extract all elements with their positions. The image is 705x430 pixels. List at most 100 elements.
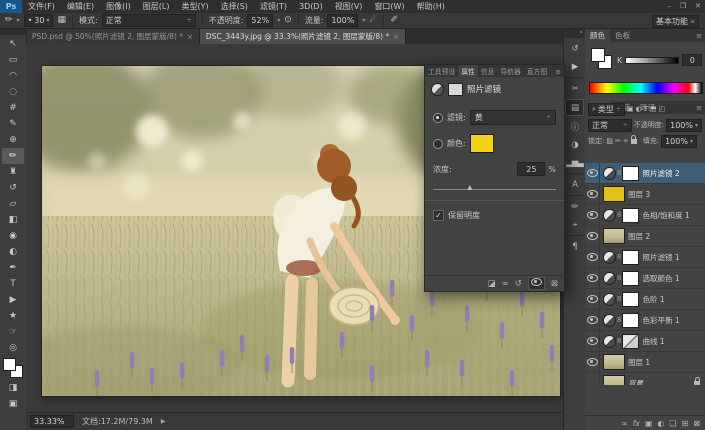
tab-tool-presets[interactable]: 工具预设 bbox=[425, 65, 458, 77]
layer-thumbnail[interactable] bbox=[603, 375, 625, 385]
info-panel-icon[interactable]: ⓘ bbox=[566, 119, 583, 134]
filter-type-layers-icon[interactable]: T bbox=[644, 105, 648, 113]
menu-select[interactable]: 选择(S) bbox=[215, 0, 254, 13]
new-adjustment-layer-icon[interactable]: ◐ bbox=[657, 419, 664, 428]
path-selection-tool-icon[interactable]: ▶ bbox=[2, 292, 24, 308]
layer-mask-thumbnail[interactable] bbox=[622, 250, 639, 265]
menu-edit[interactable]: 编辑(E) bbox=[61, 0, 100, 13]
clip-to-layer-icon[interactable]: ◪ bbox=[488, 279, 496, 289]
close-icon[interactable]: × bbox=[393, 33, 399, 41]
menu-window[interactable]: 窗口(W) bbox=[368, 0, 410, 13]
layer-row-curves-1[interactable]: 8 曲线 1 bbox=[585, 331, 705, 352]
pressure-opacity-icon[interactable]: ⊙ bbox=[284, 15, 292, 26]
screen-mode-icon[interactable]: ▣ bbox=[2, 396, 24, 412]
color-radio[interactable] bbox=[433, 139, 443, 149]
layer-row-layer-2[interactable]: 图层 2 bbox=[585, 226, 705, 247]
visibility-toggle[interactable] bbox=[585, 163, 600, 183]
toolbox-grip[interactable] bbox=[0, 29, 26, 35]
visibility-toggle[interactable] bbox=[585, 268, 600, 288]
blend-mode-select[interactable]: 正常 ÷ bbox=[588, 119, 632, 132]
adjustments-panel-icon[interactable]: ◑ bbox=[566, 137, 583, 152]
brush-tool-icon[interactable]: ✏ bbox=[2, 148, 24, 164]
tab-info[interactable]: 信息 bbox=[478, 65, 498, 77]
brush-panel-icon[interactable]: ✏ bbox=[566, 199, 583, 214]
layer-mask-thumbnail[interactable] bbox=[622, 271, 639, 286]
workspace-switcher[interactable]: 基本功能 ≡ bbox=[652, 15, 699, 28]
pen-tool-icon[interactable]: ✒ bbox=[2, 260, 24, 276]
flow-input[interactable]: 100% bbox=[327, 14, 358, 27]
close-button[interactable]: ✕ bbox=[695, 0, 701, 12]
menu-view[interactable]: 视图(V) bbox=[329, 0, 369, 13]
dodge-tool-icon[interactable]: ◐ bbox=[2, 244, 24, 260]
paragraph-panel-icon[interactable]: ¶ bbox=[566, 239, 583, 254]
healing-brush-tool-icon[interactable]: ⊕ bbox=[2, 132, 24, 148]
layer-mask-thumbnail[interactable] bbox=[622, 166, 639, 181]
tab-navigator[interactable]: 导航器 bbox=[497, 65, 523, 77]
tab-color[interactable]: 颜色 bbox=[585, 29, 610, 42]
history-panel-icon[interactable]: ↺ bbox=[566, 41, 583, 56]
zoom-level-input[interactable]: 33.33% bbox=[30, 415, 74, 428]
close-icon[interactable]: × bbox=[187, 33, 193, 41]
quick-mask-icon[interactable]: ◨ bbox=[2, 380, 24, 396]
crop-tool-icon[interactable]: # bbox=[2, 100, 24, 116]
airbrush-icon[interactable]: ☄ bbox=[369, 15, 377, 26]
quick-selection-tool-icon[interactable]: ◌ bbox=[2, 84, 24, 100]
foreground-color-swatch[interactable] bbox=[3, 358, 16, 371]
character-panel-icon[interactable]: A bbox=[566, 177, 583, 192]
layer-fill-input[interactable]: 100% ▾ bbox=[661, 135, 697, 148]
layer-thumbnail[interactable] bbox=[603, 228, 625, 244]
status-options-arrow[interactable]: ▶ bbox=[161, 418, 166, 425]
brush-tool-icon[interactable]: ✏ bbox=[5, 15, 13, 26]
panel-menu-icon[interactable]: ≡ bbox=[696, 32, 702, 40]
visibility-toggle[interactable] bbox=[585, 205, 600, 225]
blend-mode-select[interactable]: 正常 ÷ bbox=[102, 14, 196, 27]
clone-stamp-tool-icon[interactable]: ♜ bbox=[2, 164, 24, 180]
marquee-tool-icon[interactable]: ▭ bbox=[2, 52, 24, 68]
layer-row-selective-color-1[interactable]: 8 选取颜色 1 bbox=[585, 268, 705, 289]
layer-opacity-input[interactable]: 100% ▾ bbox=[666, 119, 702, 132]
menu-layer[interactable]: 图层(L) bbox=[137, 0, 176, 13]
filter-radio[interactable] bbox=[433, 113, 443, 123]
density-input[interactable]: 25 bbox=[517, 162, 545, 176]
history-brush-tool-icon[interactable]: ↺ bbox=[2, 180, 24, 196]
delete-layer-icon[interactable]: ⊠ bbox=[693, 419, 700, 428]
lock-transparency-icon[interactable]: ▨ bbox=[606, 137, 613, 145]
collapse-dock-icon[interactable]: » bbox=[564, 29, 585, 38]
tool-preset-arrow[interactable]: ▾ bbox=[17, 17, 20, 24]
clone-source-panel-icon[interactable]: ⌖ bbox=[566, 217, 583, 232]
menu-type[interactable]: 类型(Y) bbox=[175, 0, 214, 13]
filter-smart-object-icon[interactable]: ◰ bbox=[659, 105, 666, 113]
mask-icon[interactable] bbox=[448, 83, 463, 96]
layer-style-icon[interactable]: fx bbox=[633, 419, 640, 428]
menu-file[interactable]: 文件(F) bbox=[22, 0, 61, 13]
document-tab-dsc3443y[interactable]: DSC_3443y.jpg @ 33.3%(照片滤镜 2, 图层蒙版/8) * … bbox=[200, 29, 406, 44]
layer-thumbnail[interactable] bbox=[603, 186, 625, 202]
visibility-toggle[interactable] bbox=[585, 373, 600, 385]
lock-position-icon[interactable]: + bbox=[623, 137, 629, 145]
tab-properties[interactable]: 属性 bbox=[458, 65, 478, 77]
foreground-color-swatch[interactable] bbox=[591, 48, 605, 62]
move-tool-icon[interactable]: ↖ bbox=[2, 36, 24, 52]
menu-help[interactable]: 帮助(H) bbox=[411, 0, 451, 13]
layer-mask-thumbnail[interactable] bbox=[622, 208, 639, 223]
tab-histogram[interactable]: 直方图 bbox=[524, 65, 550, 77]
actions-panel-icon[interactable]: ▶ bbox=[566, 59, 583, 74]
add-mask-icon[interactable]: ▣ bbox=[645, 419, 653, 428]
menu-image[interactable]: 图像(I) bbox=[100, 0, 137, 13]
layer-mask-thumbnail[interactable] bbox=[622, 292, 639, 307]
opacity-slider-arrow[interactable]: ▾ bbox=[277, 17, 280, 24]
layer-row-levels-1[interactable]: 8 色阶 1 bbox=[585, 289, 705, 310]
restore-button[interactable]: ❐ bbox=[680, 0, 686, 12]
histogram-panel-icon[interactable]: ▂▅▃ bbox=[566, 155, 583, 170]
delete-adjustment-icon[interactable]: ⊠ bbox=[551, 279, 558, 289]
visibility-toggle[interactable] bbox=[585, 331, 600, 351]
reset-icon[interactable]: ↺ bbox=[515, 279, 522, 289]
flow-slider-arrow[interactable]: ▾ bbox=[362, 17, 365, 24]
menu-3d[interactable]: 3D(D) bbox=[293, 0, 329, 13]
new-layer-icon[interactable]: ⊞ bbox=[682, 419, 689, 428]
color-spectrum-bar[interactable] bbox=[589, 82, 703, 94]
visibility-toggle[interactable] bbox=[585, 352, 600, 372]
properties-panel-icon[interactable]: ▤ bbox=[565, 99, 584, 116]
k-slider[interactable] bbox=[625, 57, 679, 64]
visibility-toggle[interactable] bbox=[585, 226, 600, 246]
